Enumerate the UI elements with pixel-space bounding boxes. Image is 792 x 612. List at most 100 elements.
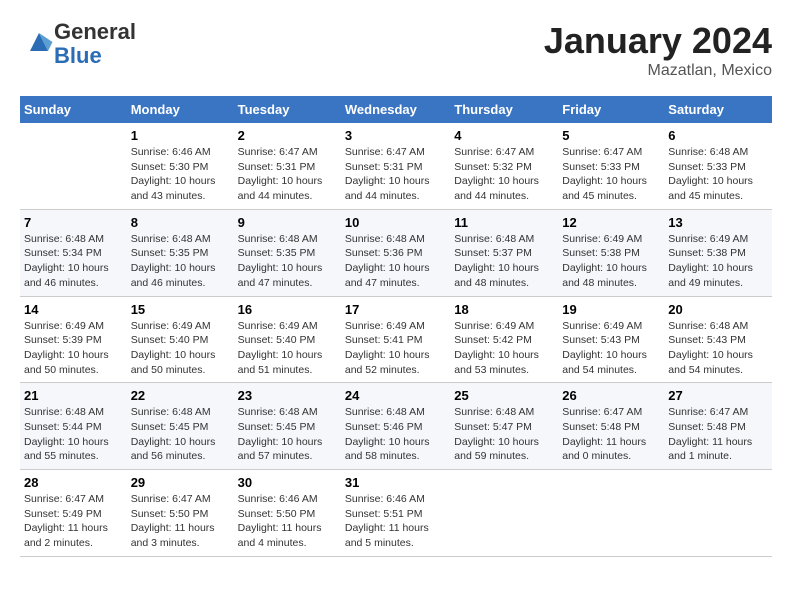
day-info: Sunrise: 6:47 AMSunset: 5:50 PMDaylight:… xyxy=(131,492,230,551)
day-number: 17 xyxy=(345,302,446,317)
day-number: 23 xyxy=(238,388,337,403)
calendar-cell xyxy=(664,470,772,557)
day-info: Sunrise: 6:48 AMSunset: 5:33 PMDaylight:… xyxy=(668,145,768,204)
day-number: 21 xyxy=(24,388,123,403)
location-subtitle: Mazatlan, Mexico xyxy=(544,62,772,80)
calendar-week-row: 7Sunrise: 6:48 AMSunset: 5:34 PMDaylight… xyxy=(20,209,772,296)
day-number: 20 xyxy=(668,302,768,317)
logo-general-text: General xyxy=(54,19,136,44)
day-info: Sunrise: 6:48 AMSunset: 5:45 PMDaylight:… xyxy=(131,405,230,464)
calendar-cell: 25 Sunrise: 6:48 AMSunset: 5:47 PMDayligh… xyxy=(450,383,558,470)
calendar-cell: 23 Sunrise: 6:48 AMSunset: 5:45 PMDayligh… xyxy=(234,383,341,470)
calendar-cell: 5 Sunrise: 6:47 AMSunset: 5:33 PMDaylight… xyxy=(558,123,664,209)
calendar-cell xyxy=(558,470,664,557)
calendar-cell: 14 Sunrise: 6:49 AMSunset: 5:39 PMDayligh… xyxy=(20,296,127,383)
day-info: Sunrise: 6:49 AMSunset: 5:38 PMDaylight:… xyxy=(668,232,768,291)
calendar-cell: 19 Sunrise: 6:49 AMSunset: 5:43 PMDayligh… xyxy=(558,296,664,383)
day-info: Sunrise: 6:48 AMSunset: 5:35 PMDaylight:… xyxy=(238,232,337,291)
column-header-thursday: Thursday xyxy=(450,96,558,123)
calendar-week-row: 28Sunrise: 6:47 AMSunset: 5:49 PMDayligh… xyxy=(20,470,772,557)
calendar-header-row: SundayMondayTuesdayWednesdayThursdayFrid… xyxy=(20,96,772,123)
day-info: Sunrise: 6:47 AMSunset: 5:32 PMDaylight:… xyxy=(454,145,554,204)
logo: General Blue xyxy=(20,20,136,68)
day-info: Sunrise: 6:49 AMSunset: 5:42 PMDaylight:… xyxy=(454,319,554,378)
calendar-cell: 17 Sunrise: 6:49 AMSunset: 5:41 PMDayligh… xyxy=(341,296,450,383)
day-number: 8 xyxy=(131,215,230,230)
column-header-friday: Friday xyxy=(558,96,664,123)
day-info: Sunrise: 6:48 AMSunset: 5:37 PMDaylight:… xyxy=(454,232,554,291)
calendar-cell: 27Sunrise: 6:47 AMSunset: 5:48 PMDayligh… xyxy=(664,383,772,470)
calendar-week-row: 1Sunrise: 6:46 AMSunset: 5:30 PMDaylight… xyxy=(20,123,772,209)
day-info: Sunrise: 6:48 AMSunset: 5:36 PMDaylight:… xyxy=(345,232,446,291)
calendar-cell: 29 Sunrise: 6:47 AMSunset: 5:50 PMDayligh… xyxy=(127,470,234,557)
column-header-monday: Monday xyxy=(127,96,234,123)
day-info: Sunrise: 6:49 AMSunset: 5:43 PMDaylight:… xyxy=(562,319,660,378)
day-number: 26 xyxy=(562,388,660,403)
calendar-cell: 15Sunrise: 6:49 AMSunset: 5:40 PMDayligh… xyxy=(127,296,234,383)
calendar-cell: 22 Sunrise: 6:48 AMSunset: 5:45 PMDayligh… xyxy=(127,383,234,470)
day-info: Sunrise: 6:49 AMSunset: 5:41 PMDaylight:… xyxy=(345,319,446,378)
logo-blue-text: Blue xyxy=(54,43,102,68)
day-number: 27 xyxy=(668,388,768,403)
logo-icon xyxy=(24,27,54,57)
calendar-cell: 11 Sunrise: 6:48 AMSunset: 5:37 PMDayligh… xyxy=(450,209,558,296)
calendar-cell: 6 Sunrise: 6:48 AMSunset: 5:33 PMDaylight… xyxy=(664,123,772,209)
day-number: 4 xyxy=(454,128,554,143)
day-number: 29 xyxy=(131,475,230,490)
calendar-cell: 21Sunrise: 6:48 AMSunset: 5:44 PMDayligh… xyxy=(20,383,127,470)
day-number: 22 xyxy=(131,388,230,403)
day-number: 2 xyxy=(238,128,337,143)
calendar-cell: 28Sunrise: 6:47 AMSunset: 5:49 PMDayligh… xyxy=(20,470,127,557)
calendar-cell: 13 Sunrise: 6:49 AMSunset: 5:38 PMDayligh… xyxy=(664,209,772,296)
calendar-table: SundayMondayTuesdayWednesdayThursdayFrid… xyxy=(20,96,772,557)
day-info: Sunrise: 6:48 AMSunset: 5:35 PMDaylight:… xyxy=(131,232,230,291)
day-number: 14 xyxy=(24,302,123,317)
day-number: 19 xyxy=(562,302,660,317)
day-info: Sunrise: 6:49 AMSunset: 5:39 PMDaylight:… xyxy=(24,319,123,378)
day-number: 16 xyxy=(238,302,337,317)
calendar-cell: 24Sunrise: 6:48 AMSunset: 5:46 PMDayligh… xyxy=(341,383,450,470)
day-number: 9 xyxy=(238,215,337,230)
day-number: 13 xyxy=(668,215,768,230)
day-info: Sunrise: 6:48 AMSunset: 5:47 PMDaylight:… xyxy=(454,405,554,464)
day-info: Sunrise: 6:49 AMSunset: 5:40 PMDaylight:… xyxy=(238,319,337,378)
calendar-cell: 20 Sunrise: 6:48 AMSunset: 5:43 PMDayligh… xyxy=(664,296,772,383)
calendar-cell: 9 Sunrise: 6:48 AMSunset: 5:35 PMDaylight… xyxy=(234,209,341,296)
day-info: Sunrise: 6:46 AMSunset: 5:50 PMDaylight:… xyxy=(238,492,337,551)
day-number: 31 xyxy=(345,475,446,490)
calendar-cell: 8 Sunrise: 6:48 AMSunset: 5:35 PMDaylight… xyxy=(127,209,234,296)
day-number: 28 xyxy=(24,475,123,490)
day-number: 3 xyxy=(345,128,446,143)
calendar-cell: 4 Sunrise: 6:47 AMSunset: 5:32 PMDaylight… xyxy=(450,123,558,209)
calendar-cell: 31 Sunrise: 6:46 AMSunset: 5:51 PMDayligh… xyxy=(341,470,450,557)
calendar-cell: 3Sunrise: 6:47 AMSunset: 5:31 PMDaylight… xyxy=(341,123,450,209)
day-number: 18 xyxy=(454,302,554,317)
month-title: January 2024 xyxy=(544,20,772,62)
day-info: Sunrise: 6:49 AMSunset: 5:38 PMDaylight:… xyxy=(562,232,660,291)
day-number: 6 xyxy=(668,128,768,143)
day-info: Sunrise: 6:48 AMSunset: 5:43 PMDaylight:… xyxy=(668,319,768,378)
day-number: 11 xyxy=(454,215,554,230)
calendar-cell: 26 Sunrise: 6:47 AMSunset: 5:48 PMDayligh… xyxy=(558,383,664,470)
calendar-cell: 18 Sunrise: 6:49 AMSunset: 5:42 PMDayligh… xyxy=(450,296,558,383)
day-number: 5 xyxy=(562,128,660,143)
day-info: Sunrise: 6:48 AMSunset: 5:45 PMDaylight:… xyxy=(238,405,337,464)
column-header-tuesday: Tuesday xyxy=(234,96,341,123)
calendar-week-row: 21Sunrise: 6:48 AMSunset: 5:44 PMDayligh… xyxy=(20,383,772,470)
calendar-cell: 30Sunrise: 6:46 AMSunset: 5:50 PMDayligh… xyxy=(234,470,341,557)
day-number: 25 xyxy=(454,388,554,403)
column-header-sunday: Sunday xyxy=(20,96,127,123)
calendar-cell: 7Sunrise: 6:48 AMSunset: 5:34 PMDaylight… xyxy=(20,209,127,296)
calendar-cell: 12Sunrise: 6:49 AMSunset: 5:38 PMDayligh… xyxy=(558,209,664,296)
calendar-week-row: 14 Sunrise: 6:49 AMSunset: 5:39 PMDayligh… xyxy=(20,296,772,383)
calendar-cell xyxy=(450,470,558,557)
day-info: Sunrise: 6:46 AMSunset: 5:51 PMDaylight:… xyxy=(345,492,446,551)
day-info: Sunrise: 6:48 AMSunset: 5:46 PMDaylight:… xyxy=(345,405,446,464)
column-header-saturday: Saturday xyxy=(664,96,772,123)
calendar-cell: 2Sunrise: 6:47 AMSunset: 5:31 PMDaylight… xyxy=(234,123,341,209)
day-info: Sunrise: 6:47 AMSunset: 5:33 PMDaylight:… xyxy=(562,145,660,204)
day-number: 15 xyxy=(131,302,230,317)
day-number: 1 xyxy=(131,128,230,143)
day-info: Sunrise: 6:47 AMSunset: 5:48 PMDaylight:… xyxy=(562,405,660,464)
page-header: General Blue January 2024 Mazatlan, Mexi… xyxy=(20,20,772,80)
